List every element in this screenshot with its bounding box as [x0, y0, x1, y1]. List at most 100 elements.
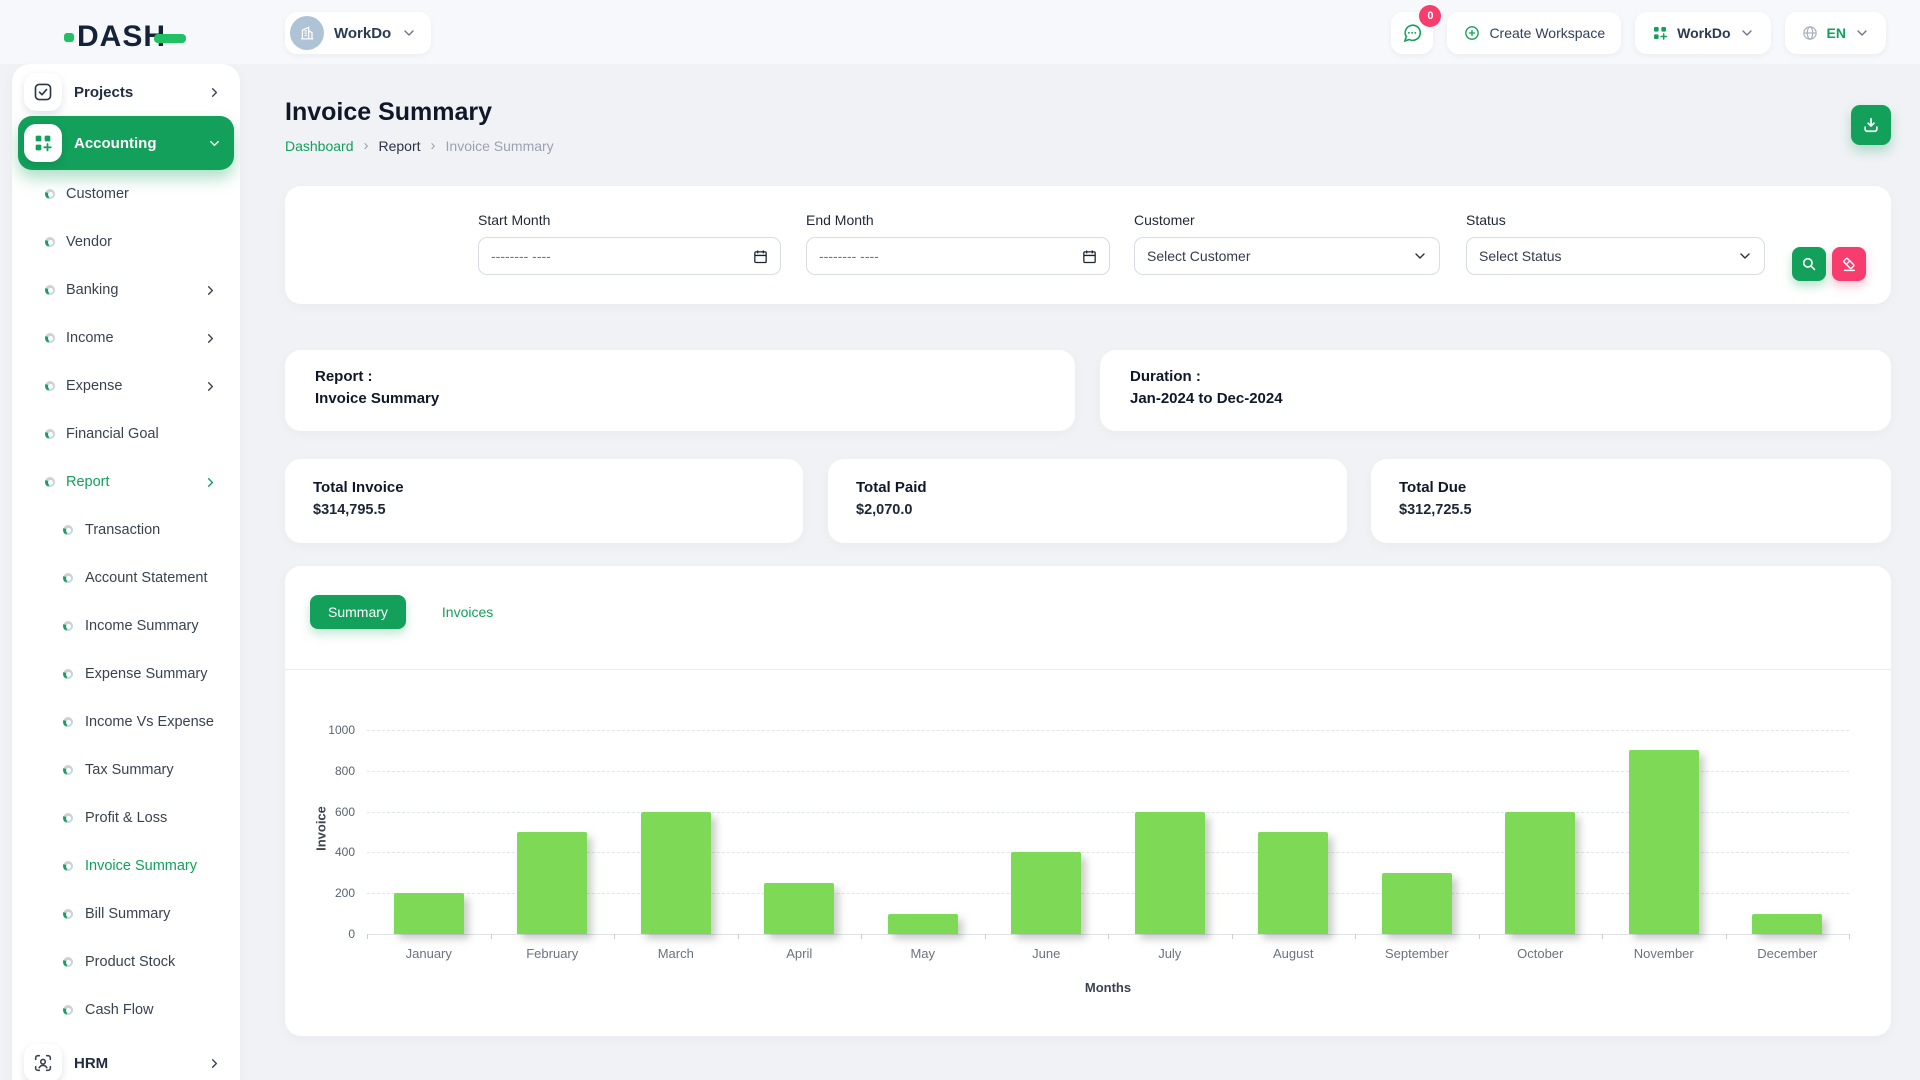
- bar-march[interactable]: [641, 812, 711, 934]
- sidebar-item-income[interactable]: Income: [12, 314, 240, 362]
- bar-april[interactable]: [764, 883, 834, 934]
- sidebar-item-bill-summary[interactable]: Bill Summary: [12, 890, 240, 938]
- start-month-value[interactable]: [491, 248, 768, 264]
- logo-dot-icon: [64, 33, 74, 42]
- workspace-selector[interactable]: WorkDo: [285, 12, 431, 54]
- gridline: [367, 893, 1849, 894]
- y-tick-label: 1000: [309, 723, 355, 737]
- reset-filter-button[interactable]: [1832, 247, 1866, 281]
- x-axis-tick: [738, 934, 739, 939]
- chevron-right-icon: [203, 283, 218, 298]
- duration-card: Duration : Jan-2024 to Dec-2024: [1100, 350, 1891, 431]
- bar-january[interactable]: [394, 893, 464, 934]
- total-card-total-paid: Total Paid$2,070.0: [828, 459, 1347, 543]
- globe-icon: [1801, 24, 1819, 42]
- customer-select[interactable]: Select Customer: [1134, 237, 1440, 275]
- bar-october[interactable]: [1505, 812, 1575, 934]
- breadcrumb-item-report[interactable]: Report: [379, 138, 421, 154]
- duration-value: Jan-2024 to Dec-2024: [1130, 390, 1861, 407]
- sidebar-item-expense-summary[interactable]: Expense Summary: [12, 650, 240, 698]
- sidebar-item-report[interactable]: Report: [12, 458, 240, 506]
- search-icon: [1800, 255, 1818, 273]
- sidebar-item-accounting[interactable]: Accounting: [18, 116, 234, 170]
- sidebar-item-label: Tax Summary: [85, 762, 174, 778]
- bar-june[interactable]: [1011, 852, 1081, 934]
- sidebar-item-hrm[interactable]: HRM: [22, 1041, 230, 1080]
- tab-summary[interactable]: Summary: [310, 595, 406, 629]
- plus-circle-icon: [1463, 24, 1481, 42]
- sidebar-item-customer[interactable]: Customer: [12, 170, 240, 218]
- sidebar-item-profit-loss[interactable]: Profit & Loss: [12, 794, 240, 842]
- x-axis-tick: [1849, 934, 1850, 939]
- breadcrumb-item-dashboard[interactable]: Dashboard: [285, 138, 354, 154]
- x-axis-tick: [1232, 934, 1233, 939]
- divider: [285, 669, 1891, 670]
- customer-select-value: Select Customer: [1147, 248, 1250, 264]
- messages-count-badge: 0: [1419, 5, 1441, 27]
- bar-november[interactable]: [1629, 750, 1699, 934]
- bar-december[interactable]: [1752, 914, 1822, 934]
- sidebar-item-label: Expense Summary: [85, 666, 208, 682]
- x-tick-label: November: [1602, 946, 1726, 961]
- calendar-icon[interactable]: [1081, 248, 1098, 265]
- create-workspace-label: Create Workspace: [1489, 25, 1605, 41]
- bar-july[interactable]: [1135, 812, 1205, 934]
- workdo-menu-label: WorkDo: [1677, 25, 1730, 41]
- end-month-label: End Month: [806, 212, 1110, 228]
- messages-button[interactable]: 0: [1391, 12, 1433, 54]
- create-workspace-button[interactable]: Create Workspace: [1447, 12, 1621, 54]
- bar-august[interactable]: [1258, 832, 1328, 934]
- tab-invoices[interactable]: Invoices: [424, 595, 511, 629]
- invoice-bar-chart: 02004006008001000JanuaryFebruaryMarchApr…: [367, 730, 1849, 934]
- x-tick-label: June: [985, 946, 1109, 961]
- bullet-icon: [45, 285, 55, 295]
- workdo-menu-button[interactable]: WorkDo: [1635, 12, 1770, 54]
- bullet-icon: [45, 477, 55, 487]
- chevron-down-icon: [207, 136, 222, 151]
- total-label: Total Due: [1399, 479, 1863, 496]
- language-label: EN: [1827, 25, 1846, 41]
- bar-february[interactable]: [517, 832, 587, 934]
- calendar-icon[interactable]: [752, 248, 769, 265]
- x-tick-label: August: [1232, 946, 1356, 961]
- sidebar-item-income-vs-expense[interactable]: Income Vs Expense: [12, 698, 240, 746]
- download-button[interactable]: [1851, 105, 1891, 145]
- gridline: [367, 730, 1849, 731]
- sidebar-item-label: Income Summary: [85, 618, 199, 634]
- breadcrumb-separator: ›: [431, 137, 436, 154]
- bar-september[interactable]: [1382, 873, 1452, 934]
- sidebar-item-label: Income Vs Expense: [85, 714, 214, 730]
- bar-may[interactable]: [888, 914, 958, 934]
- chevron-right-icon: [207, 85, 222, 100]
- sidebar-item-financial-goal[interactable]: Financial Goal: [12, 410, 240, 458]
- status-group: Status Select Status: [1466, 212, 1765, 275]
- sidebar-item-invoice-summary[interactable]: Invoice Summary: [12, 842, 240, 890]
- apply-filter-button[interactable]: [1792, 247, 1826, 281]
- end-month-input[interactable]: [806, 237, 1110, 275]
- sidebar-item-label: Transaction: [85, 522, 160, 538]
- sidebar-item-income-summary[interactable]: Income Summary: [12, 602, 240, 650]
- report-label: Report :: [315, 368, 1045, 385]
- report-tabs: Summary Invoices: [310, 595, 511, 629]
- sidebar-item-transaction[interactable]: Transaction: [12, 506, 240, 554]
- language-selector[interactable]: EN: [1785, 12, 1886, 54]
- total-card-total-invoice: Total Invoice$314,795.5: [285, 459, 803, 543]
- bullet-icon: [45, 381, 55, 391]
- page-head: Invoice Summary Dashboard›Report›Invoice…: [285, 98, 1891, 154]
- bullet-icon: [63, 525, 73, 535]
- chat-bubble-icon: [1401, 22, 1423, 44]
- x-tick-label: September: [1355, 946, 1479, 961]
- sidebar-item-product-stock[interactable]: Product Stock: [12, 938, 240, 986]
- sidebar-item-banking[interactable]: Banking: [12, 266, 240, 314]
- start-month-input[interactable]: [478, 237, 781, 275]
- sidebar-item-projects[interactable]: Projects: [22, 70, 230, 114]
- sidebar-item-expense[interactable]: Expense: [12, 362, 240, 410]
- sidebar-item-label: Accounting: [74, 135, 157, 152]
- sidebar-item-tax-summary[interactable]: Tax Summary: [12, 746, 240, 794]
- sidebar-item-account-statement[interactable]: Account Statement: [12, 554, 240, 602]
- total-value: $312,725.5: [1399, 502, 1863, 518]
- status-select[interactable]: Select Status: [1466, 237, 1765, 275]
- sidebar-item-vendor[interactable]: Vendor: [12, 218, 240, 266]
- end-month-value[interactable]: [819, 248, 1097, 264]
- sidebar-item-cash-flow[interactable]: Cash Flow: [12, 986, 240, 1034]
